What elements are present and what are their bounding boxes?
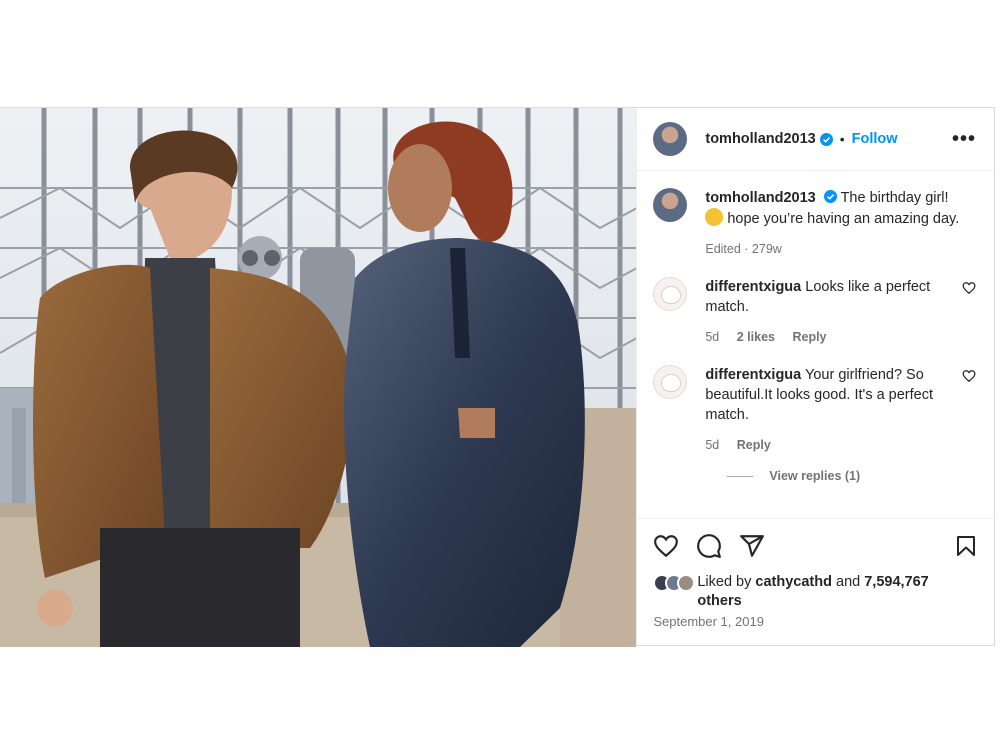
- likes-text: Liked by cathycathd and 7,594,767 others: [697, 573, 928, 611]
- comment: differentxigua Looks like a perfect matc…: [653, 277, 976, 347]
- heart-icon[interactable]: [653, 533, 679, 559]
- caption-text-line1: The birthday girl!: [840, 190, 949, 206]
- share-icon[interactable]: [739, 533, 765, 559]
- caption-author[interactable]: tomholland2013: [705, 190, 815, 206]
- comment-heart-icon[interactable]: [962, 369, 976, 383]
- comment-age: 5d: [705, 330, 720, 344]
- reply-button[interactable]: Reply: [792, 330, 826, 344]
- replies-divider: [727, 475, 754, 477]
- follow-button[interactable]: Follow: [852, 131, 898, 147]
- author-avatar[interactable]: [653, 122, 688, 156]
- heart-eyes-emoji-icon: [705, 208, 724, 226]
- post-card: tomholland2013 • Follow ••• tomholland20…: [0, 107, 995, 647]
- view-replies-label[interactable]: View replies (1): [769, 469, 860, 483]
- post-sidebar: tomholland2013 • Follow ••• tomholland20…: [636, 108, 994, 647]
- post-actions: Liked by cathycathd and 7,594,767 others…: [637, 518, 994, 629]
- commenter-avatar[interactable]: [653, 277, 688, 311]
- comment: differentxigua Your girlfriend? So beaut…: [653, 365, 976, 455]
- caption-text-rest: hope you’re having an amazing day.: [727, 211, 960, 227]
- separator-dot: •: [839, 131, 845, 147]
- comment-body: differentxigua Looks like a perfect matc…: [705, 277, 952, 347]
- comment-author[interactable]: differentxigua: [705, 367, 801, 383]
- comment-body: differentxigua Your girlfriend? So beaut…: [705, 365, 952, 455]
- post-date[interactable]: September 1, 2019: [653, 614, 978, 629]
- action-bar: [653, 531, 978, 561]
- reply-button[interactable]: Reply: [737, 438, 771, 452]
- verified-badge-icon: [819, 132, 833, 146]
- comment-meta: 5d Reply: [705, 435, 952, 455]
- likes-others[interactable]: others: [697, 593, 741, 609]
- caption-body: tomholland2013 The birthday girl! hope y…: [705, 188, 976, 259]
- more-options-icon[interactable]: •••: [952, 129, 976, 149]
- commenter-avatar[interactable]: [653, 365, 688, 399]
- caption-meta: Edited · 279w: [705, 242, 782, 256]
- comment-icon[interactable]: [696, 533, 722, 559]
- liked-by-prefix: Liked by: [697, 574, 752, 590]
- comment-heart-icon[interactable]: [962, 281, 976, 295]
- comment-meta: 5d 2 likes Reply: [705, 327, 952, 347]
- likes-count[interactable]: 7,594,767: [864, 574, 929, 590]
- post-photo[interactable]: [0, 108, 637, 647]
- comment-author[interactable]: differentxigua: [705, 279, 801, 295]
- bookmark-icon[interactable]: [954, 533, 978, 559]
- author-username[interactable]: tomholland2013: [705, 131, 815, 147]
- view-replies-button[interactable]: View replies (1): [727, 469, 976, 483]
- post-header: tomholland2013 • Follow •••: [637, 108, 994, 171]
- caption: tomholland2013 The birthday girl! hope y…: [653, 188, 976, 259]
- comments-section[interactable]: tomholland2013 The birthday girl! hope y…: [637, 172, 994, 517]
- post-image: [0, 108, 637, 647]
- liker-avatars[interactable]: [653, 574, 696, 592]
- liked-by-and: and: [836, 574, 861, 590]
- caption-avatar[interactable]: [653, 188, 688, 222]
- liked-by-user[interactable]: cathycathd: [755, 574, 832, 590]
- comment-likes[interactable]: 2 likes: [737, 330, 775, 344]
- comment-age: 5d: [705, 438, 720, 452]
- likes-summary: Liked by cathycathd and 7,594,767 others: [653, 573, 978, 611]
- verified-badge-icon: [823, 190, 837, 203]
